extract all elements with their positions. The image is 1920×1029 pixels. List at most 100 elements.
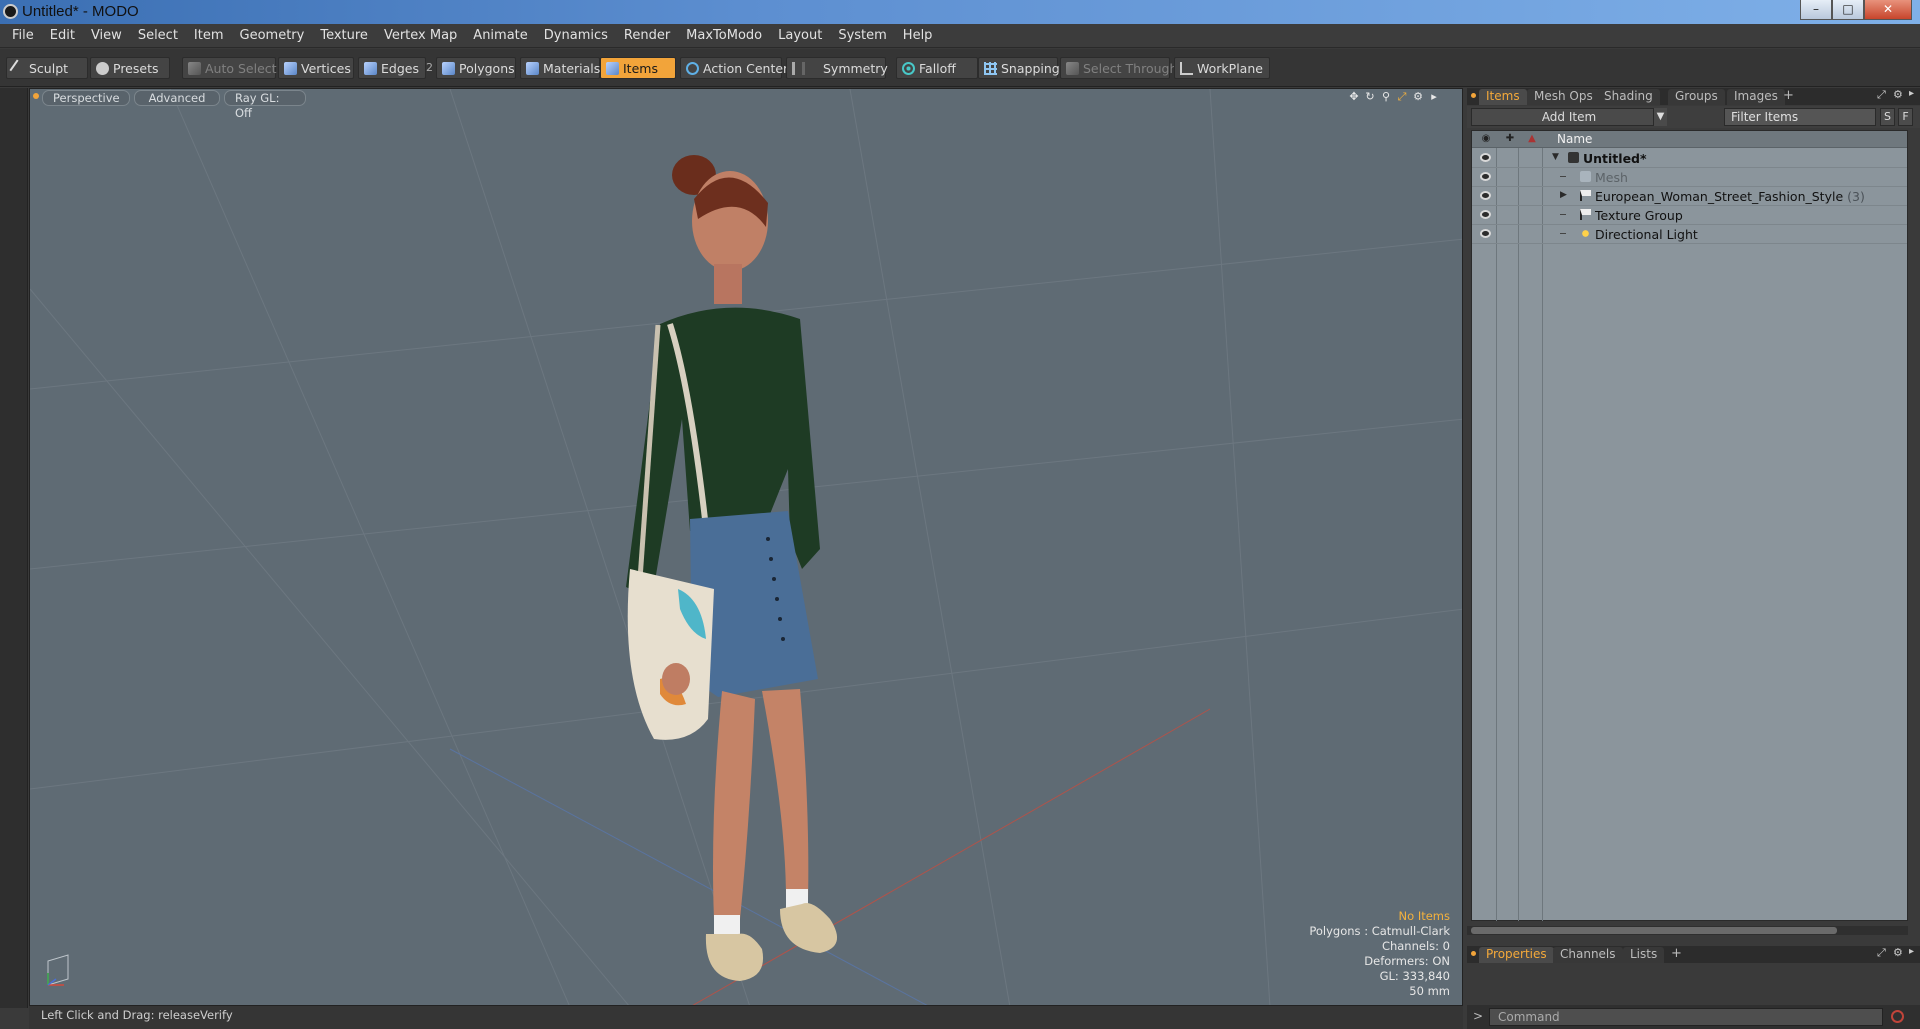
hud-focal: 50 mm	[1409, 984, 1450, 998]
tree-horizontal-scrollbar[interactable]	[1467, 926, 1908, 935]
tree-row-texture-group[interactable]: Texture Group	[1472, 206, 1907, 225]
add-item-button[interactable]: Add Item	[1471, 108, 1667, 126]
filter-items-input[interactable]: Filter Items	[1724, 108, 1876, 126]
tab-mesh-ops[interactable]: Mesh Ops	[1527, 89, 1600, 105]
tree-row-mesh[interactable]: Mesh	[1472, 168, 1907, 187]
visibility-eye-icon[interactable]	[1480, 229, 1491, 238]
tree-row-directional-light[interactable]: Directional Light	[1472, 225, 1907, 244]
toolbar: Sculpt Presets Auto Select Vertices Edge…	[0, 49, 1920, 87]
viewport-settings-gear-icon[interactable]: ⚙	[1412, 91, 1424, 103]
panel-arrow-icon[interactable]: ▸	[1909, 88, 1914, 99]
vertices-button[interactable]: Vertices	[278, 57, 354, 79]
edges-count: 2	[426, 61, 433, 74]
panel-menu-dot-icon[interactable]	[1471, 93, 1476, 98]
item-list-tree[interactable]: ◉ ✚ ▲ Name ▼ Untitled* Mesh ▶ European_W…	[1471, 130, 1908, 921]
menu-help[interactable]: Help	[895, 24, 941, 48]
filter-s-button[interactable]: S	[1880, 108, 1895, 126]
panel-expand-icon[interactable]: ⤢	[1877, 88, 1886, 102]
add-item-dropdown-icon[interactable]: ▼	[1653, 108, 1667, 126]
scrollbar-thumb[interactable]	[1471, 927, 1837, 934]
panel-arrow-icon[interactable]: ▸	[1909, 946, 1914, 957]
visibility-column-eye-icon[interactable]: ◉	[1480, 133, 1492, 145]
action-center-button[interactable]: Action Center	[680, 57, 788, 79]
command-input[interactable]: Command	[1489, 1008, 1883, 1026]
menu-texture[interactable]: Texture	[312, 24, 376, 48]
menu-vertex-map[interactable]: Vertex Map	[376, 24, 465, 48]
3d-viewport[interactable]: Perspective Advanced Ray GL: Off ✥ ↻ ⚲ ⤢…	[29, 88, 1463, 1006]
shading-mode-button[interactable]: Advanced	[134, 90, 220, 106]
viewport-expand-arrow-icon[interactable]: ▸	[1428, 91, 1440, 103]
symmetry-button[interactable]: Symmetry	[786, 57, 888, 79]
sculpt-label: Sculpt	[29, 61, 69, 76]
panel-options-gear-icon[interactable]: ⚙	[1893, 946, 1903, 959]
snapping-button[interactable]: Snapping	[978, 57, 1060, 79]
command-history-icon[interactable]	[1891, 1010, 1904, 1023]
panel-expand-icon[interactable]: ⤢	[1877, 946, 1886, 960]
menu-file[interactable]: File	[4, 24, 42, 48]
render-column-icon[interactable]: ▲	[1526, 133, 1538, 145]
menu-maxtomodo[interactable]: MaxToModo	[678, 24, 770, 48]
window-title: Untitled* - MODO	[22, 3, 139, 20]
falloff-button[interactable]: Falloff	[896, 57, 978, 79]
polygons-button[interactable]: Polygons	[436, 57, 516, 79]
close-button[interactable]: ✕	[1864, 0, 1912, 20]
menu-view[interactable]: View	[83, 24, 130, 48]
status-line: Left Click and Drag: releaseVerify	[29, 1006, 1463, 1029]
add-tab-plus-icon[interactable]: +	[1671, 946, 1682, 961]
visibility-eye-icon[interactable]	[1480, 172, 1491, 181]
fit-icon[interactable]: ⤢	[1396, 91, 1408, 103]
menu-render[interactable]: Render	[616, 24, 678, 48]
character-model[interactable]	[590, 119, 890, 999]
tab-channels[interactable]: Channels	[1553, 947, 1623, 963]
auto-select-label: Auto Select	[205, 61, 277, 76]
edges-button[interactable]: Edges	[358, 57, 426, 79]
menu-geometry[interactable]: Geometry	[232, 24, 313, 48]
column-divider	[1542, 148, 1543, 921]
visibility-eye-icon[interactable]	[1480, 153, 1491, 162]
workplane-button[interactable]: WorkPlane	[1174, 57, 1270, 79]
name-column-header[interactable]: Name	[1557, 132, 1592, 146]
view-type-button[interactable]: Perspective	[42, 90, 130, 106]
add-tab-plus-icon[interactable]: +	[1783, 88, 1794, 103]
tab-lists[interactable]: Lists	[1623, 947, 1665, 963]
viewport-menu-dot-icon[interactable]	[33, 93, 39, 99]
auto-select-button[interactable]: Auto Select	[182, 57, 277, 79]
lock-column-icon[interactable]: ✚	[1504, 133, 1516, 145]
presets-button[interactable]: Presets	[90, 57, 170, 79]
menu-animate[interactable]: Animate	[465, 24, 535, 48]
visibility-eye-icon[interactable]	[1480, 210, 1491, 219]
panel-options-gear-icon[interactable]: ⚙	[1893, 88, 1903, 101]
maximize-button[interactable]: □	[1832, 0, 1864, 20]
tab-images[interactable]: Images	[1727, 89, 1785, 105]
tree-row-european-woman[interactable]: ▶ European_Woman_Street_Fashion_Style (3…	[1472, 187, 1907, 206]
right-panel: Items Mesh Ops Shading Groups Images + ⤢…	[1467, 88, 1920, 1029]
menu-edit[interactable]: Edit	[42, 24, 83, 48]
minimize-button[interactable]: –	[1800, 0, 1832, 20]
sculpt-button[interactable]: Sculpt	[6, 57, 88, 79]
items-button[interactable]: Items	[600, 57, 676, 79]
rotate-icon[interactable]: ↻	[1364, 91, 1376, 103]
tree-header: ◉ ✚ ▲ Name	[1472, 131, 1907, 148]
items-toolbar: Add Item ▼ Filter Items S F	[1467, 106, 1920, 128]
menu-layout[interactable]: Layout	[770, 24, 830, 48]
menu-dynamics[interactable]: Dynamics	[536, 24, 616, 48]
tab-items[interactable]: Items	[1479, 89, 1527, 105]
menu-item[interactable]: Item	[186, 24, 232, 48]
tab-shading[interactable]: Shading	[1597, 89, 1660, 105]
ray-gl-button[interactable]: Ray GL: Off	[224, 90, 306, 120]
materials-button[interactable]: Materials	[520, 57, 600, 79]
panel-menu-dot-icon[interactable]	[1471, 951, 1476, 956]
tab-groups[interactable]: Groups	[1668, 89, 1725, 105]
filter-f-button[interactable]: F	[1898, 108, 1913, 126]
collapse-arrow-icon[interactable]: ▼	[1552, 152, 1559, 162]
menu-system[interactable]: System	[830, 24, 894, 48]
tab-properties[interactable]: Properties	[1479, 947, 1554, 963]
expand-arrow-icon[interactable]: ▶	[1560, 190, 1567, 200]
menu-select[interactable]: Select	[130, 24, 186, 48]
select-through-button[interactable]: Select Through	[1060, 57, 1177, 79]
pan-icon[interactable]: ✥	[1348, 91, 1360, 103]
zoom-icon[interactable]: ⚲	[1380, 91, 1392, 103]
tree-row-scene[interactable]: ▼ Untitled*	[1472, 149, 1907, 168]
polygons-icon	[442, 62, 455, 75]
visibility-eye-icon[interactable]	[1480, 191, 1491, 200]
